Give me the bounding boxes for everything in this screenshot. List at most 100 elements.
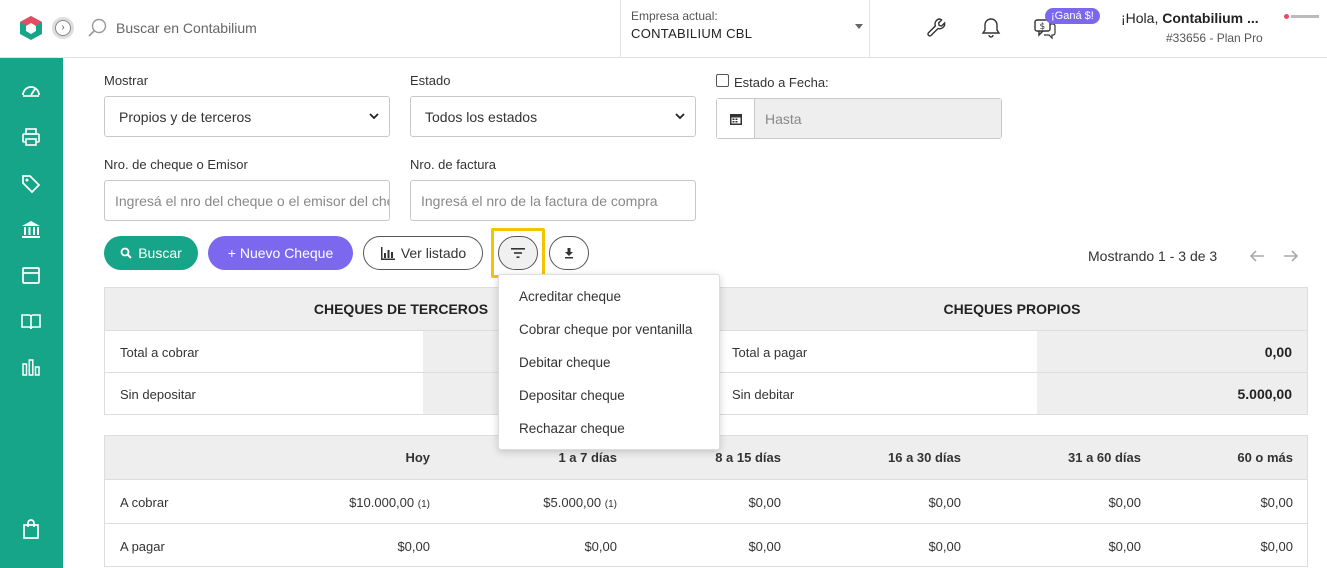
table-row: A pagar $0,00 $0,00 $0,00 $0,00 $0,00 $0… <box>105 523 1307 567</box>
propios-row-label: Sin debitar <box>732 387 795 402</box>
download-icon <box>565 248 573 259</box>
aging-cell: $0,00 <box>1260 539 1293 554</box>
aging-row-label: A pagar <box>120 539 165 554</box>
contabilium-logo-icon[interactable] <box>18 15 44 41</box>
bar-chart-icon <box>380 246 395 260</box>
buscar-button[interactable]: Buscar <box>104 236 198 270</box>
aging-row-label: A cobrar <box>120 495 169 510</box>
user-greeting[interactable]: ¡Hola, Contabilium ... <box>1121 10 1259 26</box>
propios-row-value-cell: 0,00 <box>1037 331 1307 372</box>
nuevo-cheque-label: + Nuevo Cheque <box>227 245 334 261</box>
wrench-icon[interactable] <box>925 16 949 40</box>
book-icon[interactable] <box>20 310 42 332</box>
ver-listado-button[interactable]: Ver listado <box>363 236 483 270</box>
cheque-emisor-label: Nro. de cheque o Emisor <box>104 157 248 172</box>
aging-table: Hoy 1 a 7 días 8 a 15 días 16 a 30 días … <box>104 435 1308 567</box>
account-plan: #33656 - Plan Pro <box>1166 31 1263 45</box>
dashboard-icon[interactable] <box>20 80 42 102</box>
aging-cell: $0,00 <box>1260 495 1293 510</box>
propios-row: Total a pagar 0,00 <box>717 330 1307 372</box>
estado-select-value: Todos los estados <box>425 109 538 125</box>
bank-icon[interactable] <box>20 218 42 240</box>
top-bar: › Buscar en Contabilium Empresa actual: … <box>0 0 1327 58</box>
bar-chart-icon[interactable] <box>20 356 42 378</box>
propios-row: Sin debitar 5.000,00 <box>717 372 1307 414</box>
pagination-info: Mostrando 1 - 3 de 3 <box>1088 248 1218 264</box>
chevron-right-icon: › <box>55 20 71 36</box>
menu-item-acreditar[interactable]: Acreditar cheque <box>519 289 621 304</box>
arrow-left-icon[interactable] <box>1248 248 1266 264</box>
factura-label: Nro. de factura <box>410 157 496 172</box>
company-value: CONTABILIUM CBL <box>631 26 753 41</box>
propios-row-value: 5.000,00 <box>1237 386 1293 402</box>
aging-cell: $0,00 <box>928 495 961 510</box>
aging-cell: $0,00 <box>1108 495 1141 510</box>
search-icon <box>120 247 132 259</box>
propios-row-label: Total a pagar <box>732 345 808 360</box>
menu-item-debitar[interactable]: Debitar cheque <box>519 355 611 370</box>
sidebar <box>0 58 63 568</box>
menu-item-rechazar[interactable]: Rechazar cheque <box>519 421 625 436</box>
mostrar-select-value: Propios y de terceros <box>119 109 252 125</box>
propios-row-value-cell: 5.000,00 <box>1037 373 1307 414</box>
buscar-label: Buscar <box>138 245 182 261</box>
shopping-bag-icon[interactable] <box>20 518 42 540</box>
highlight-box <box>491 228 545 278</box>
aging-header-cell: 16 a 30 días <box>888 450 961 465</box>
aging-cell: $0,00 <box>748 539 781 554</box>
menu-item-depositar[interactable]: Depositar cheque <box>519 388 625 403</box>
chevron-down-icon <box>675 113 685 120</box>
hasta-date-field[interactable]: Hasta <box>716 98 1002 139</box>
table-row: A cobrar $10.000,00 (1) $5.000,00 (1) $0… <box>105 479 1307 523</box>
estado-select[interactable]: Todos los estados <box>410 96 696 137</box>
aging-cell: $5.000,00 (1) <box>543 495 617 510</box>
calendar-icon[interactable] <box>717 99 755 138</box>
company-selector[interactable]: Empresa actual: CONTABILIUM CBL <box>620 0 870 58</box>
aging-cell: $0,00 <box>1108 539 1141 554</box>
estado-label: Estado <box>410 73 451 88</box>
svg-text:$: $ <box>1040 22 1046 32</box>
promo-badge[interactable]: ¡Ganá $! <box>1045 8 1100 24</box>
factura-input[interactable]: Ingresá el nro de la factura de compra <box>410 180 696 221</box>
download-button[interactable] <box>549 236 589 270</box>
mostrar-select[interactable]: Propios y de terceros <box>104 96 390 137</box>
arrow-right-icon[interactable] <box>1282 248 1300 264</box>
cheque-emisor-input[interactable]: Ingresá el nro del cheque o el emisor de… <box>104 180 390 221</box>
terceros-row-label: Sin depositar <box>120 387 196 402</box>
caret-down-icon <box>855 24 863 29</box>
greeting-prefix: ¡Hola, <box>1121 10 1163 26</box>
cheque-actions-menu: Acreditar cheque Cobrar cheque por venta… <box>498 274 720 450</box>
terceros-row-label: Total a cobrar <box>120 345 199 360</box>
sidebar-toggle-button[interactable]: › <box>52 17 74 39</box>
ver-listado-label: Ver listado <box>400 245 467 261</box>
estado-fecha-checkbox[interactable] <box>716 74 729 87</box>
search-input[interactable]: Buscar en Contabilium <box>116 20 257 36</box>
menu-item-cobrar-ventanilla[interactable]: Cobrar cheque por ventanilla <box>519 322 692 337</box>
tag-icon[interactable] <box>20 172 42 194</box>
mostrar-label: Mostrar <box>104 73 149 88</box>
company-label: Empresa actual: <box>631 9 718 23</box>
aging-header-cell: 60 o más <box>1237 450 1293 465</box>
user-name: Contabilium ... <box>1162 10 1259 26</box>
printer-icon[interactable] <box>20 126 42 148</box>
aging-header-cell: 8 a 15 días <box>715 450 781 465</box>
brand-logo-icon <box>1284 12 1322 20</box>
nuevo-cheque-button[interactable]: + Nuevo Cheque <box>208 236 353 270</box>
chevron-down-icon <box>369 113 379 120</box>
box-icon[interactable] <box>20 264 42 286</box>
propios-header: CHEQUES PROPIOS <box>717 288 1307 330</box>
aging-cell: $0,00 <box>397 539 430 554</box>
aging-cell: $0,00 <box>584 539 617 554</box>
aging-cell: $0,00 <box>748 495 781 510</box>
search-icon <box>88 18 107 37</box>
estado-fecha-label: Estado a Fecha: <box>734 75 829 90</box>
bell-icon[interactable] <box>979 16 1003 40</box>
main-content: Mostrar Propios y de terceros Estado Tod… <box>63 58 1327 568</box>
hasta-input[interactable]: Hasta <box>755 99 1001 138</box>
aging-header-cell: Hoy <box>405 450 430 465</box>
aging-header-cell: 1 a 7 días <box>558 450 617 465</box>
propios-row-value: 0,00 <box>1264 344 1292 360</box>
aging-cell: $0,00 <box>928 539 961 554</box>
aging-header-cell: 31 a 60 días <box>1068 450 1141 465</box>
aging-cell: $10.000,00 (1) <box>349 495 430 510</box>
